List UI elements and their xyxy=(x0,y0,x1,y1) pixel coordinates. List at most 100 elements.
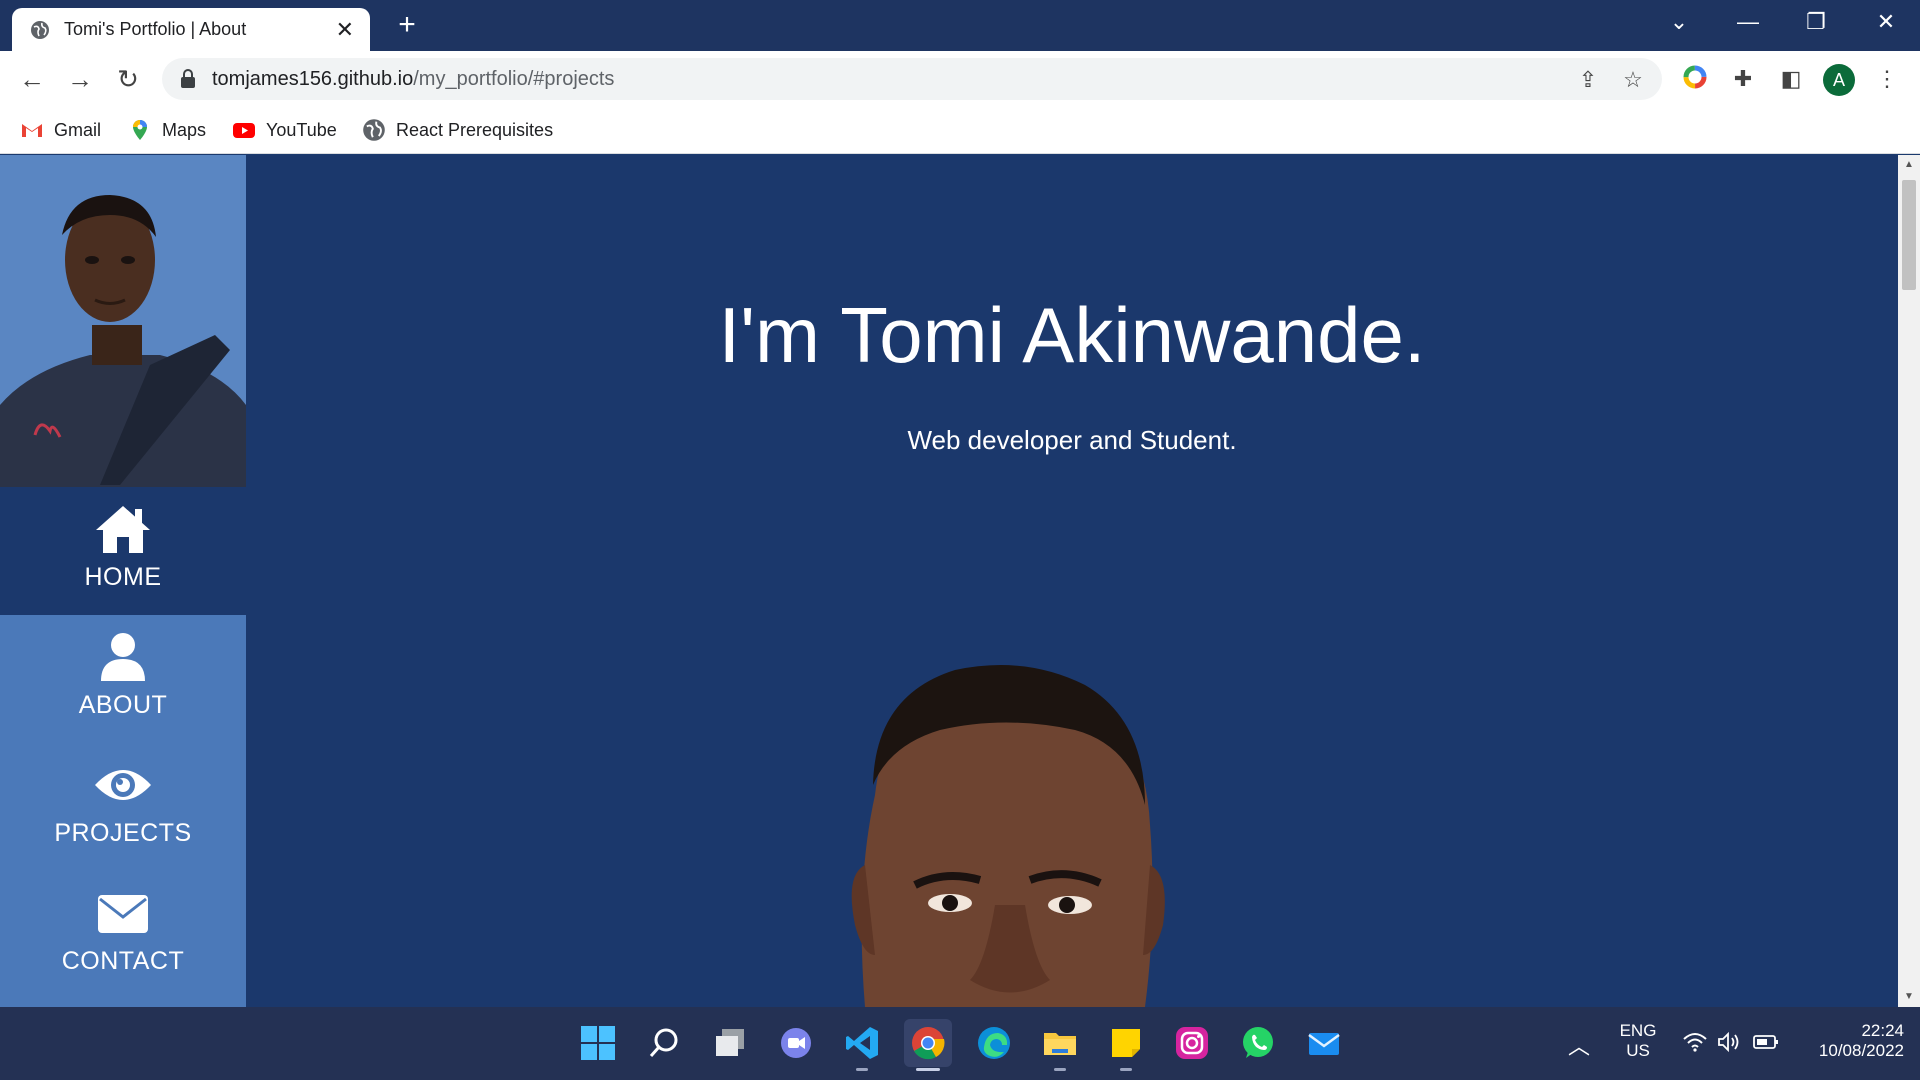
bookmark-label: Maps xyxy=(162,119,207,140)
running-indicator xyxy=(916,1068,940,1071)
region-code: US xyxy=(1626,1041,1650,1060)
page-scrollbar[interactable]: ▲ ▼ xyxy=(1898,155,1920,1007)
scroll-down-arrow-icon[interactable]: ▼ xyxy=(1903,991,1915,1002)
new-tab-button[interactable]: + xyxy=(393,10,421,40)
bookmarks-bar: Gmail Maps YouTube React Prerequisites xyxy=(0,107,1920,154)
home-icon xyxy=(96,506,150,553)
globe-icon xyxy=(31,20,49,39)
wifi-icon[interactable] xyxy=(1682,1031,1708,1058)
scroll-up-arrow-icon[interactable]: ▲ xyxy=(1903,159,1915,170)
minimize-button[interactable]: — xyxy=(1728,6,1768,38)
close-window-button[interactable]: ✕ xyxy=(1866,6,1906,38)
share-icon[interactable]: ⇪ xyxy=(1575,67,1601,93)
globe-icon xyxy=(363,119,385,141)
search-icon xyxy=(649,1028,678,1057)
folder-icon xyxy=(1044,1033,1076,1055)
whatsapp-icon xyxy=(1243,1027,1273,1058)
start-button[interactable] xyxy=(574,1019,622,1067)
windows-logo-icon xyxy=(581,1026,615,1060)
file-explorer-button[interactable] xyxy=(1036,1019,1084,1071)
browser-tab-strip: Tomi's Portfolio | About ✕ + ⌄ — ❐ ✕ xyxy=(0,0,1920,51)
browser-toolbar: ← → ↻ tomjames156.github.io/my_portfolio… xyxy=(0,51,1920,107)
hero-portrait-photo xyxy=(851,665,1165,1007)
browser-tab[interactable]: Tomi's Portfolio | About ✕ xyxy=(12,8,370,51)
vscode-icon xyxy=(846,1027,878,1059)
running-indicator xyxy=(1054,1068,1066,1071)
nav-label: CONTACT xyxy=(61,947,185,975)
browser-menu-icon[interactable]: ⋮ xyxy=(1872,64,1902,94)
nav-label: PROJECTS xyxy=(54,819,192,847)
nav-contact[interactable]: CONTACT xyxy=(0,871,246,999)
mail-button[interactable] xyxy=(1300,1019,1348,1067)
address-bar[interactable]: tomjames156.github.io/my_portfolio/#proj… xyxy=(162,58,1662,100)
profile-photo xyxy=(0,155,246,487)
clock-date: 10/08/2022 xyxy=(1818,1041,1904,1060)
lock-icon xyxy=(181,69,195,88)
extensions-puzzle-icon[interactable]: ✚ xyxy=(1728,64,1758,94)
search-button[interactable] xyxy=(640,1019,688,1067)
scrollbar-thumb[interactable] xyxy=(1902,180,1916,290)
bookmark-label: Gmail xyxy=(54,119,102,140)
nav-home[interactable]: HOME xyxy=(0,487,246,615)
edge-icon xyxy=(978,1027,1010,1059)
clock[interactable]: 22:24 10/08/2022 xyxy=(1792,1021,1904,1061)
url-host: tomjames156.github.io xyxy=(212,68,414,90)
running-indicator xyxy=(856,1068,868,1071)
language-code: ENG xyxy=(1619,1021,1657,1040)
color-extension-icon[interactable] xyxy=(1680,64,1710,94)
tab-search-icon[interactable]: ⌄ xyxy=(1659,6,1699,38)
nav-projects[interactable]: PROJECTS xyxy=(0,743,246,871)
bookmark-youtube[interactable]: YouTube xyxy=(232,118,337,142)
youtube-icon xyxy=(233,123,255,138)
side-panel-icon[interactable]: ◧ xyxy=(1776,64,1806,94)
chrome-icon xyxy=(912,1027,945,1060)
eye-icon xyxy=(95,770,151,800)
clock-time: 22:24 xyxy=(1861,1021,1904,1040)
task-view-icon xyxy=(716,1029,744,1056)
vscode-button[interactable] xyxy=(838,1019,886,1071)
maps-icon xyxy=(133,120,147,140)
mail-icon xyxy=(1308,1033,1340,1055)
battery-icon[interactable] xyxy=(1752,1031,1780,1058)
close-tab-icon[interactable]: ✕ xyxy=(336,17,354,43)
bookmark-label: React Prerequisites xyxy=(396,119,554,140)
sticky-notes-icon xyxy=(1112,1029,1140,1057)
reload-button[interactable]: ↻ xyxy=(112,63,144,95)
chrome-button[interactable] xyxy=(904,1019,952,1071)
forward-button[interactable]: → xyxy=(64,63,96,95)
user-icon xyxy=(101,633,145,681)
sidebar: HOME ABOUT PROJECTS CONTACT xyxy=(0,155,246,1007)
bookmark-react-prerequisites[interactable]: React Prerequisites xyxy=(362,118,553,142)
hero-title: I'm Tomi Akinwande. xyxy=(718,291,1426,379)
restore-button[interactable]: ❐ xyxy=(1796,6,1836,38)
chat-icon xyxy=(781,1028,811,1058)
hero-subtitle: Web developer and Student. xyxy=(907,425,1237,455)
portfolio-page: HOME ABOUT PROJECTS CONTACT I'm Tomi Aki… xyxy=(0,155,1898,1007)
task-view-button[interactable] xyxy=(706,1019,754,1067)
running-indicator xyxy=(1120,1068,1132,1071)
gmail-icon xyxy=(22,124,42,137)
show-hidden-icons-chevron-icon[interactable]: ︿ xyxy=(1568,1029,1590,1061)
language-indicator[interactable]: ENG US xyxy=(1614,1021,1662,1061)
whatsapp-button[interactable] xyxy=(1234,1019,1282,1067)
nav-label: HOME xyxy=(84,563,162,591)
sticky-notes-button[interactable] xyxy=(1102,1019,1150,1071)
instagram-icon xyxy=(1176,1027,1208,1059)
edge-button[interactable] xyxy=(970,1019,1018,1067)
volume-icon[interactable] xyxy=(1716,1031,1742,1058)
tab-title: Tomi's Portfolio | About xyxy=(64,19,247,39)
envelope-icon xyxy=(98,895,148,933)
instagram-button[interactable] xyxy=(1168,1019,1216,1067)
teams-chat-button[interactable] xyxy=(772,1019,820,1067)
profile-avatar[interactable]: A xyxy=(1823,64,1855,96)
nav-label: ABOUT xyxy=(78,691,168,719)
windows-taskbar: ︿ ENG US 22:24 10/08/2022 xyxy=(0,1007,1920,1080)
bookmark-label: YouTube xyxy=(266,119,337,140)
bookmark-star-icon[interactable]: ☆ xyxy=(1620,67,1646,93)
bookmark-maps[interactable]: Maps xyxy=(128,118,206,142)
url-path: /my_portfolio/#projects xyxy=(413,68,615,90)
back-button[interactable]: ← xyxy=(16,63,48,95)
bookmark-gmail[interactable]: Gmail xyxy=(20,118,101,142)
url-text: tomjames156.github.io/my_portfolio/#proj… xyxy=(212,68,614,91)
nav-about[interactable]: ABOUT xyxy=(0,615,246,743)
